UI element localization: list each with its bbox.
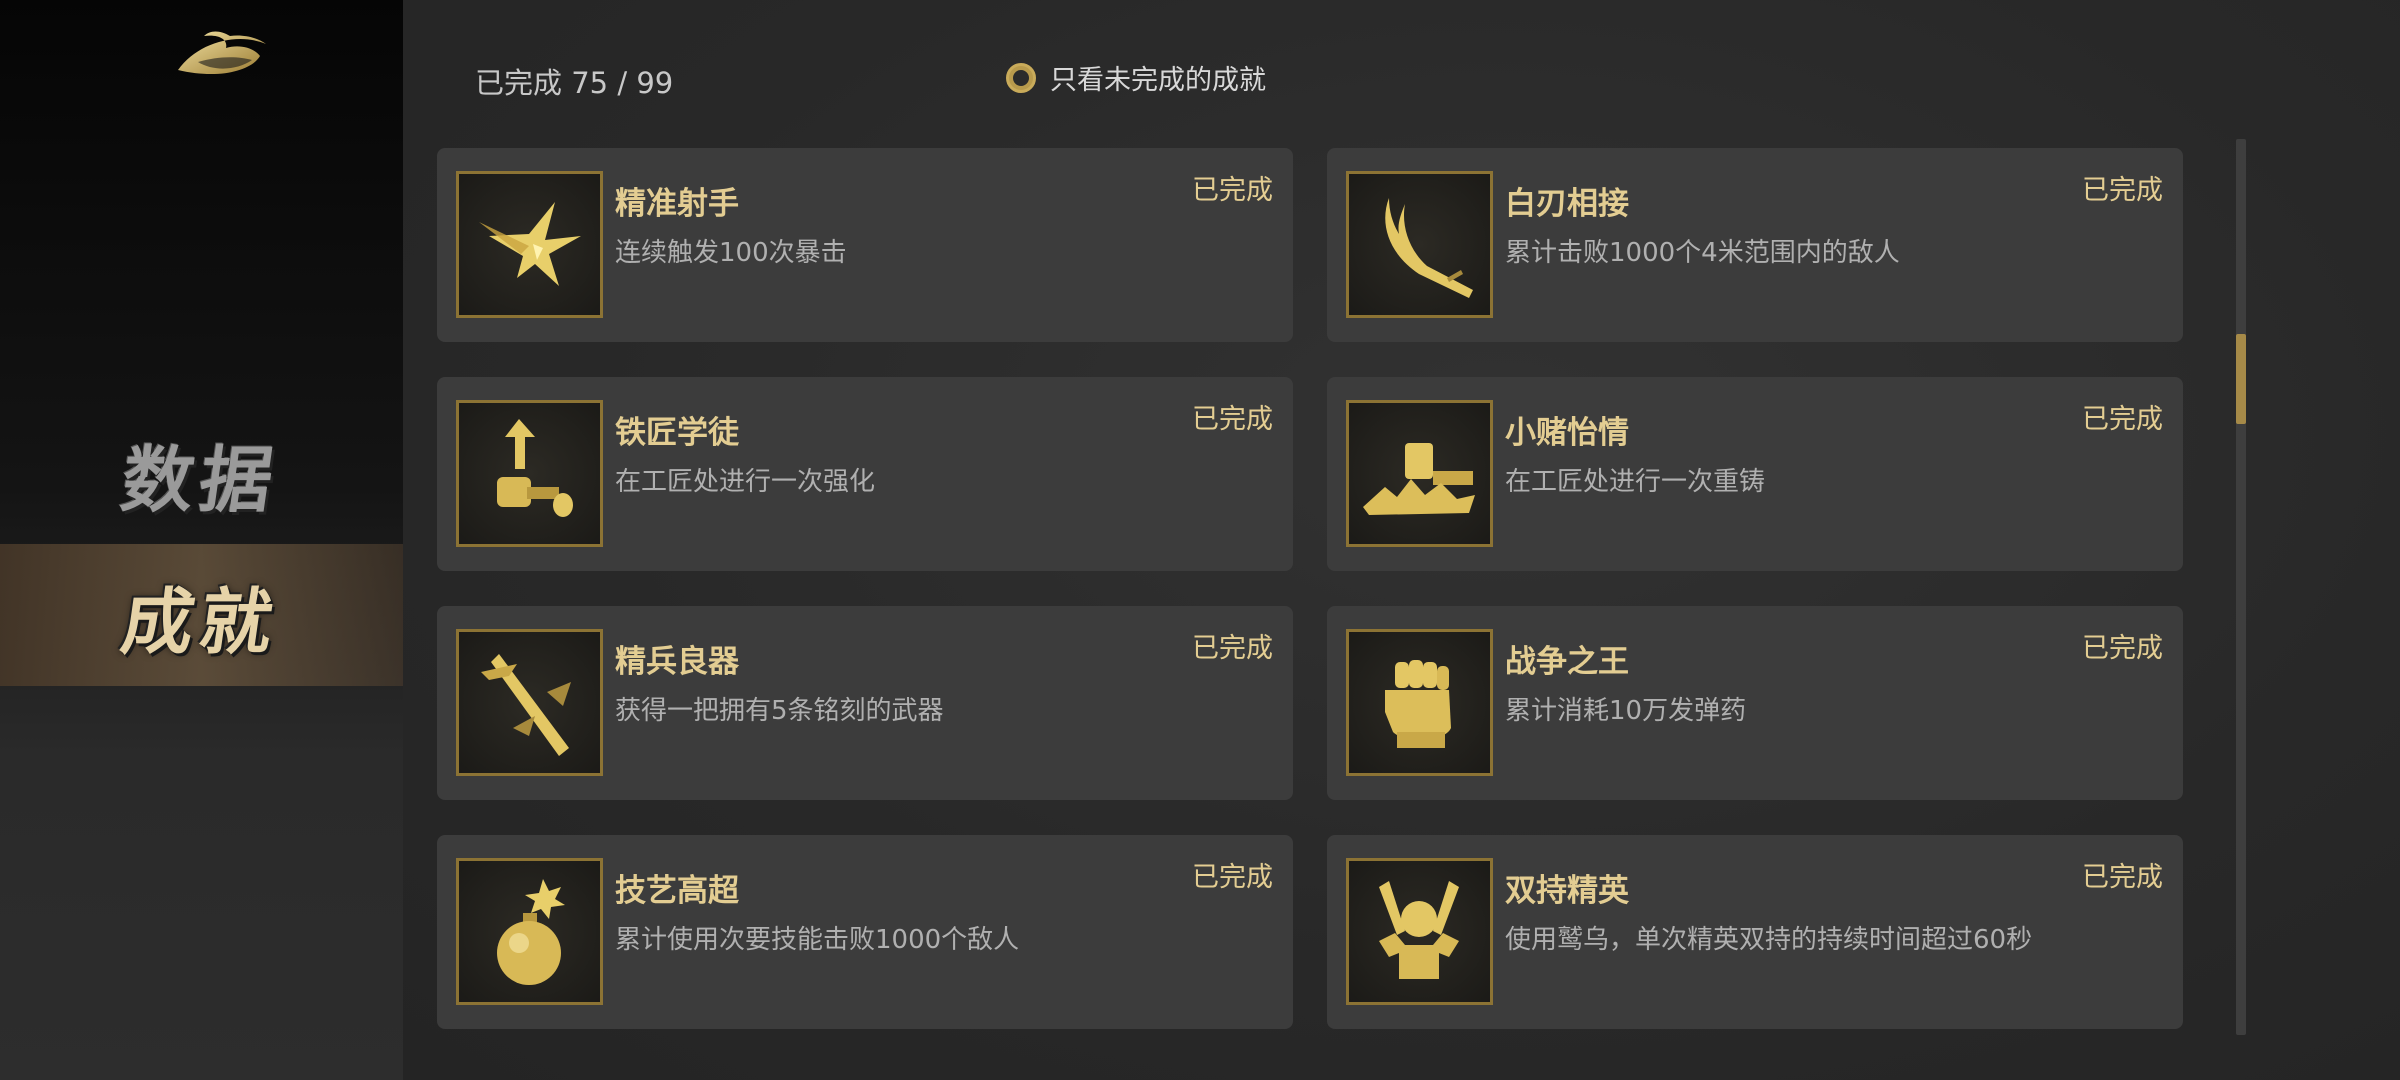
critical-spark-icon: [456, 171, 603, 318]
anvil-icon: [1346, 400, 1493, 547]
scrollbar[interactable]: [2236, 139, 2246, 1035]
bomb-icon: [456, 858, 603, 1005]
achievement-title: 双持精英: [1505, 873, 1629, 909]
achievement-title: 技艺高超: [615, 873, 739, 909]
status-badge: 已完成: [2082, 862, 2163, 893]
achievement-card[interactable]: 精准射手 连续触发100次暴击 已完成: [437, 148, 1293, 342]
achievement-desc: 在工匠处进行一次强化: [615, 467, 876, 497]
achievement-card[interactable]: 小赌怡情 在工匠处进行一次重铸 已完成: [1327, 377, 2183, 571]
status-badge: 已完成: [2082, 404, 2163, 435]
achievement-title: 白刃相接: [1505, 186, 1629, 222]
sidebar: 数据 成就: [0, 0, 403, 1080]
achievement-card[interactable]: 双持精英 使用鹫乌，单次精英双持的持续时间超过60秒 已完成: [1327, 835, 2183, 1029]
radio-icon[interactable]: [1006, 62, 1036, 93]
sidebar-item-achievements[interactable]: 成就: [0, 544, 403, 686]
filter-incomplete-toggle[interactable]: 只看未完成的成就: [1006, 58, 1266, 97]
status-badge: 已完成: [1192, 633, 1273, 664]
achievement-desc: 连续触发100次暴击: [615, 238, 847, 268]
progress-counter: 已完成 75 / 99: [475, 66, 674, 100]
achievement-card[interactable]: 铁匠学徒 在工匠处进行一次强化 已完成: [437, 377, 1293, 571]
dual-wield-icon: [1346, 858, 1493, 1005]
achievement-card[interactable]: 精兵良器 获得一把拥有5条铭刻的武器 已完成: [437, 606, 1293, 800]
achievement-title: 精准射手: [615, 186, 739, 222]
achievement-title: 战争之王: [1505, 644, 1629, 680]
achievement-desc: 获得一把拥有5条铭刻的武器: [615, 696, 944, 726]
status-badge: 已完成: [2082, 633, 2163, 664]
achievement-desc: 累计消耗10万发弹药: [1505, 696, 1747, 726]
status-badge: 已完成: [1192, 862, 1273, 893]
fist-icon: [1346, 629, 1493, 776]
sidebar-item-label: 数据: [116, 436, 285, 522]
hammer-upgrade-icon: [456, 400, 603, 547]
blade-icon: [1346, 171, 1493, 318]
achievement-card[interactable]: 战争之王 累计消耗10万发弹药 已完成: [1327, 606, 2183, 800]
achievement-desc: 累计击败1000个4米范围内的敌人: [1505, 238, 1900, 268]
status-badge: 已完成: [2082, 175, 2163, 206]
status-badge: 已完成: [1192, 404, 1273, 435]
achievement-title: 铁匠学徒: [615, 415, 739, 451]
engraved-sword-icon: [456, 629, 603, 776]
achievement-desc: 使用鹫乌，单次精英双持的持续时间超过60秒: [1505, 925, 2033, 955]
achievement-desc: 累计使用次要技能击败1000个敌人: [615, 925, 1020, 955]
sidebar-item-data[interactable]: 数据: [0, 402, 403, 544]
achievement-card[interactable]: 白刃相接 累计击败1000个4米范围内的敌人 已完成: [1327, 148, 2183, 342]
achievement-desc: 在工匠处进行一次重铸: [1505, 467, 1766, 497]
achievement-title: 精兵良器: [615, 644, 739, 680]
achievement-card[interactable]: 技艺高超 累计使用次要技能击败1000个敌人 已完成: [437, 835, 1293, 1029]
game-logo-icon: [178, 31, 266, 75]
filter-label: 只看未完成的成就: [1050, 65, 1266, 96]
sidebar-item-label: 成就: [116, 578, 285, 664]
achievement-title: 小赌怡情: [1505, 415, 1629, 451]
status-badge: 已完成: [1192, 175, 1273, 206]
scrollbar-thumb[interactable]: [2236, 334, 2246, 424]
